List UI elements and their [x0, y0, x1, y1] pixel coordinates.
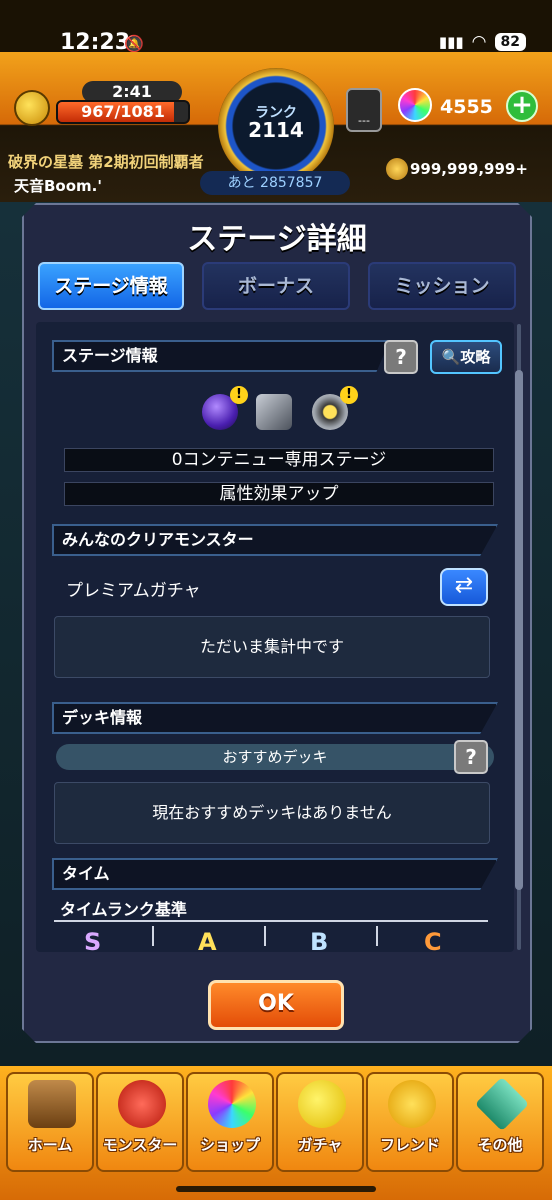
- warning-icon: !: [340, 386, 358, 404]
- status-indicators: ▮▮▮ ◠ 82: [439, 32, 526, 52]
- clear-monsters-message: ただいま集計中です: [54, 616, 490, 678]
- search-icon: 🔍: [441, 348, 461, 366]
- section-header-time: タイム: [52, 858, 498, 890]
- orb-count: 4555: [440, 96, 493, 118]
- switch-filter-button[interactable]: ⇄: [440, 568, 488, 606]
- mute-icon: 🔕: [124, 34, 144, 53]
- nav-label: ショップ: [199, 1136, 260, 1154]
- orb-machine-label: ---: [358, 114, 370, 127]
- coin-icon: [386, 158, 408, 180]
- orb-machine-icon[interactable]: ---: [346, 88, 382, 132]
- nav-monster[interactable]: モンスター: [96, 1072, 184, 1172]
- stamina-text: 967/1081: [81, 102, 165, 121]
- guide-button[interactable]: 🔍攻略: [430, 340, 502, 374]
- nav-label: ガチャ: [297, 1136, 343, 1154]
- time-rank-a: A: [198, 928, 217, 952]
- rule-element-boost: 属性効果アップ: [64, 482, 494, 506]
- divider: [264, 926, 266, 946]
- wifi-icon: ◠: [471, 32, 487, 52]
- stamina-icon[interactable]: [14, 90, 50, 126]
- dragon-icon: [118, 1080, 166, 1128]
- rank-next-exp: あと 2857857: [200, 171, 350, 195]
- stage-info-content[interactable]: ステージ情報 ? 🔍攻略 ! ! 0コンテニュー専用ステージ 属性効果アップ み…: [36, 322, 514, 952]
- ok-button[interactable]: OK: [208, 980, 344, 1030]
- tab-stage-info[interactable]: ステージ情報: [38, 262, 184, 310]
- stage-info-help-button[interactable]: ?: [384, 340, 418, 374]
- tab-mission[interactable]: ミッション: [368, 262, 516, 310]
- gacha-filter-label: プレミアムガチャ: [66, 581, 201, 601]
- nav-label: その他: [477, 1136, 523, 1154]
- buy-orbs-button[interactable]: +: [506, 90, 538, 122]
- warning-icon: !: [230, 386, 248, 404]
- deck-message: 現在おすすめデッキはありません: [54, 782, 490, 844]
- section-header-clear-monsters: みんなのクリアモンスター: [52, 524, 498, 556]
- tab-bonus[interactable]: ボーナス: [202, 262, 350, 310]
- rainbow-orb-icon: [208, 1080, 256, 1128]
- time-rank-b: B: [310, 928, 329, 952]
- coin-count: 999,999,999+: [410, 160, 528, 178]
- divider: [376, 926, 378, 946]
- nav-home[interactable]: ホーム: [6, 1072, 94, 1172]
- divider: [152, 926, 154, 946]
- rule-no-continue: 0コンテニュー専用ステージ: [64, 448, 494, 472]
- nav-label: ホーム: [27, 1136, 73, 1154]
- rank-value: 2114: [248, 118, 304, 142]
- time-rank-s: S: [84, 928, 102, 952]
- nav-label: フレンド: [379, 1136, 440, 1154]
- swap-arrows-icon: ⇄: [454, 573, 474, 598]
- player-name: 天音Boom.': [14, 177, 102, 195]
- divider: [54, 920, 488, 922]
- nav-other[interactable]: その他: [456, 1072, 544, 1172]
- time-rank-c: C: [424, 928, 442, 952]
- signal-icon: ▮▮▮: [438, 33, 464, 51]
- bottom-nav: ホーム モンスター ショップ ガチャ フレンド その他: [0, 1066, 552, 1200]
- deck-help-button[interactable]: ?: [454, 740, 488, 774]
- nav-gacha[interactable]: ガチャ: [276, 1072, 364, 1172]
- diamond-menu-icon: [474, 1076, 530, 1132]
- block-gimmick-icon[interactable]: [256, 394, 292, 430]
- player-title: 破界の星墓 第2期初回制覇者: [8, 153, 204, 171]
- recommended-deck-bar: おすすめデッキ: [56, 744, 494, 770]
- nav-friend[interactable]: フレンド: [366, 1072, 454, 1172]
- section-header-deck: デッキ情報: [52, 702, 498, 734]
- egg-icon: [298, 1080, 346, 1128]
- scroll-thumb[interactable]: [515, 370, 523, 890]
- battery-icon: 82: [494, 33, 526, 51]
- section-header-stage-info: ステージ情報: [52, 340, 390, 372]
- friends-icon: [388, 1080, 436, 1128]
- nav-shop[interactable]: ショップ: [186, 1072, 274, 1172]
- home-gate-icon: [28, 1080, 76, 1128]
- modal-title: ステージ詳細: [187, 222, 367, 257]
- time-rank-criteria: タイムランク基準: [60, 900, 187, 919]
- orb-icon: [398, 88, 432, 122]
- guide-label: 攻略: [460, 348, 491, 366]
- nav-label: モンスター: [102, 1136, 178, 1154]
- home-indicator: [176, 1186, 376, 1192]
